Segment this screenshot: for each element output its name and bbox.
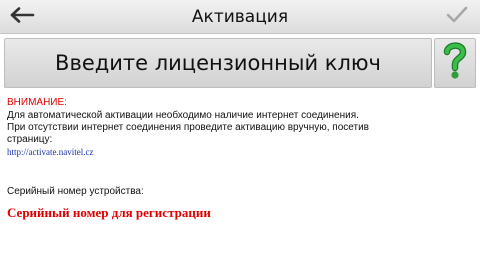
instruction-line: страницу: [7, 134, 53, 145]
enter-license-key-button[interactable]: Введите лицензионный ключ [4, 38, 432, 88]
serial-number-caption: Серийный номер устройства: [7, 186, 144, 197]
title-bar: Активация [0, 0, 480, 34]
question-mark-icon [442, 41, 468, 86]
license-button-label: Введите лицензионный ключ [55, 51, 381, 75]
instruction-line: Для автоматической активации необходимо … [7, 110, 359, 121]
activation-link[interactable]: http://activate.navitel.cz [7, 147, 93, 157]
serial-number-value: Серийный номер для регистрации [7, 205, 211, 220]
instruction-line: При отсутствии интернет соединения прове… [7, 122, 369, 133]
page-title: Активация [191, 7, 289, 27]
warning-title: ВНИМАНИЕ: [7, 97, 67, 108]
checkmark-icon [446, 6, 468, 29]
activation-instructions: Для автоматической активации необходимо … [7, 110, 447, 146]
confirm-button[interactable] [442, 2, 472, 32]
help-button[interactable] [434, 38, 476, 88]
